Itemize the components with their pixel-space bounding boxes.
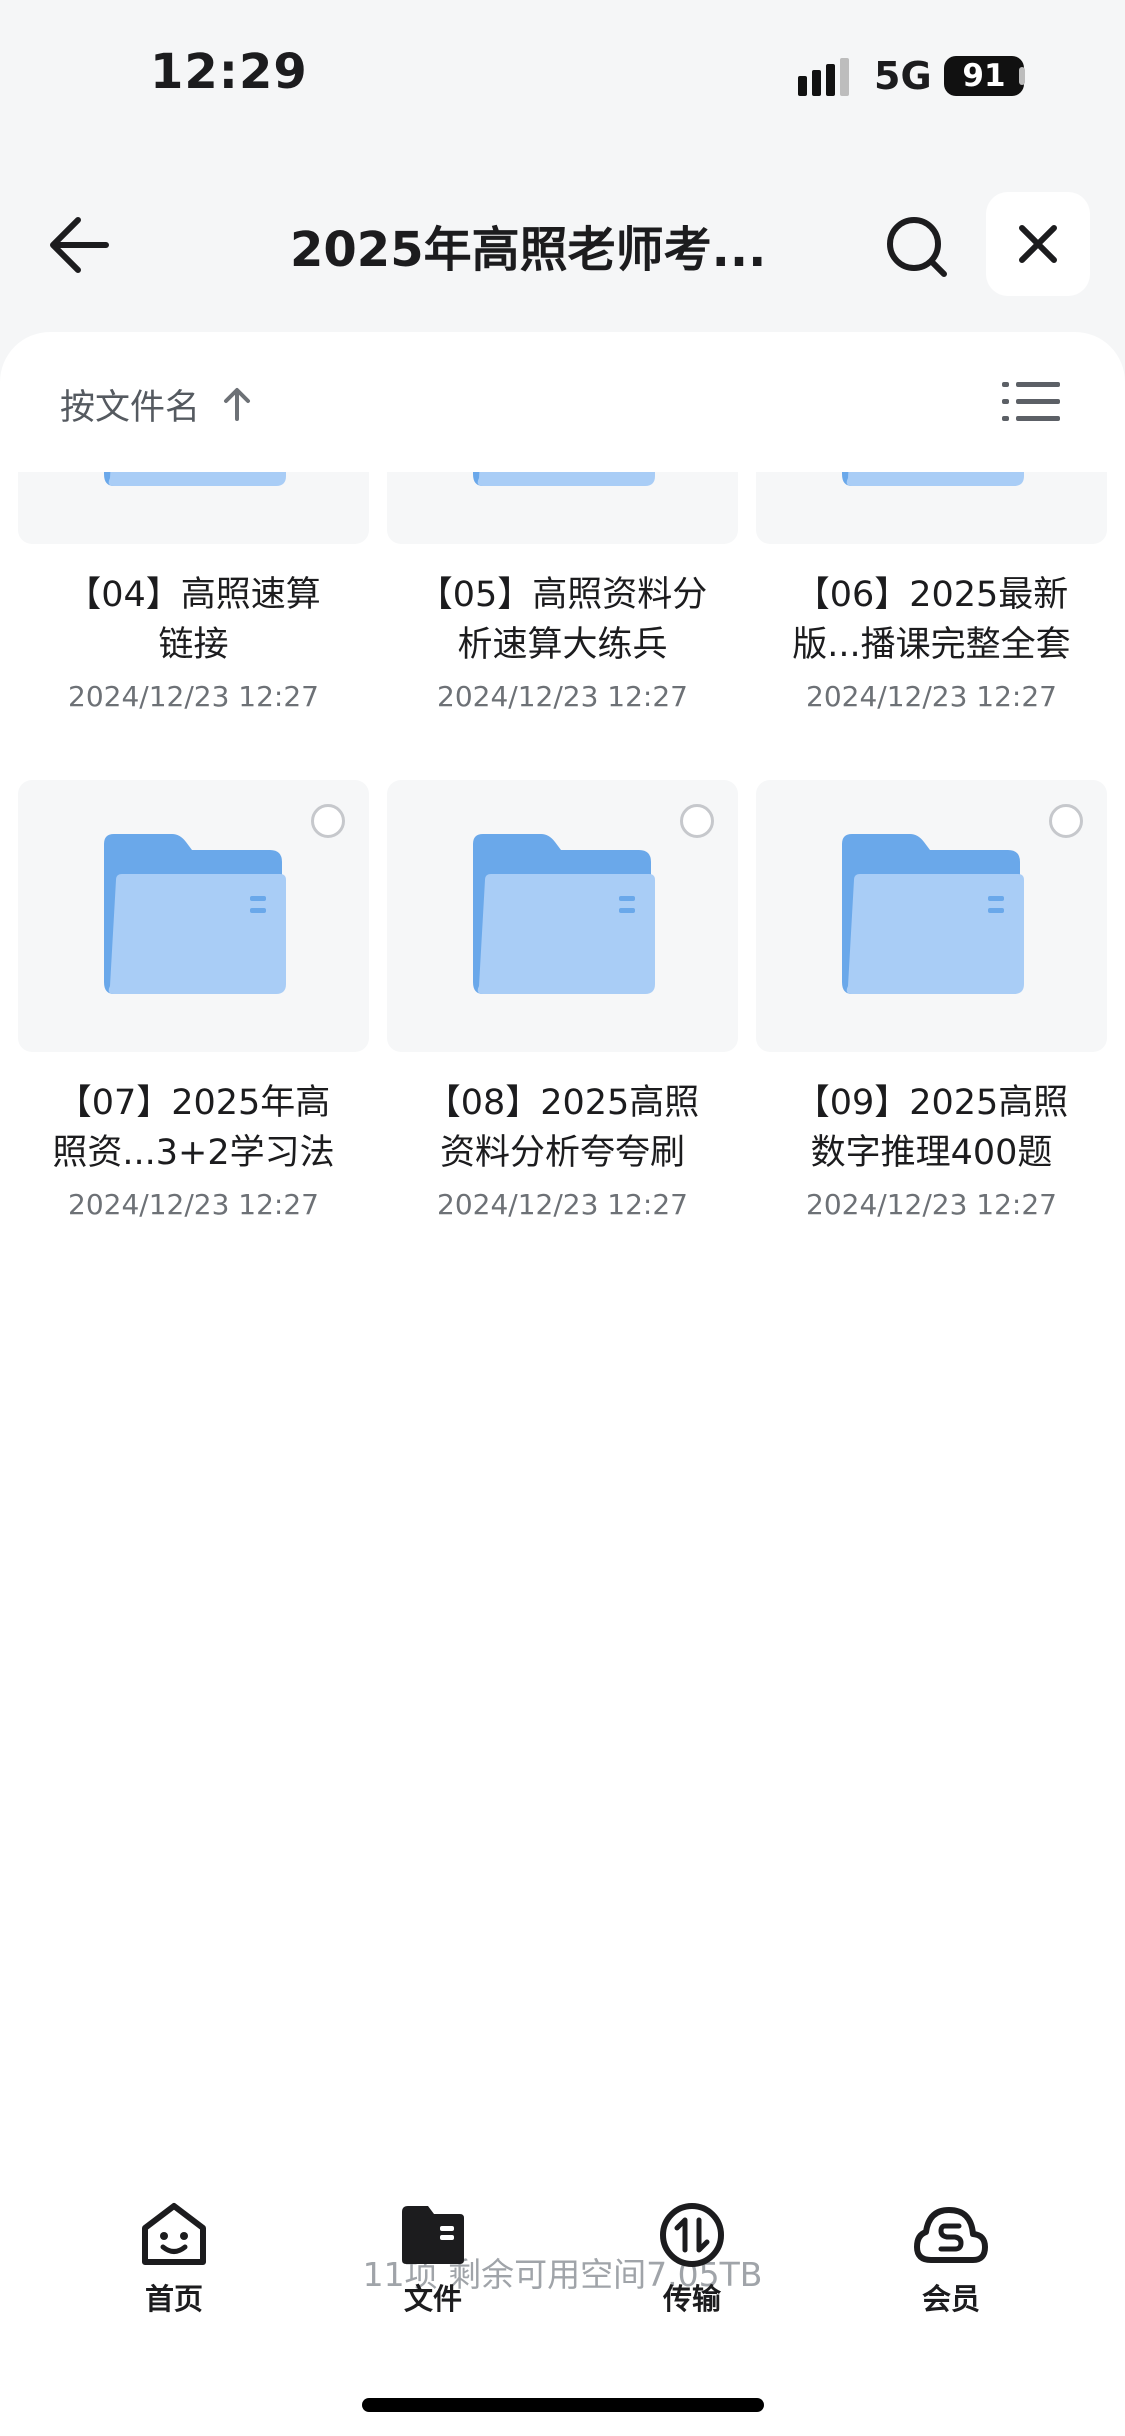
tab-bar: 首页 文件 传输 会员 xyxy=(0,2190,1125,2330)
folder-icon xyxy=(104,834,287,994)
file-panel: 按文件名 【04】高照速算 链接 2024/12/23 12:27 【05】高照资料分… xyxy=(0,332,1125,2436)
select-checkbox[interactable] xyxy=(1049,804,1083,838)
folder-thumbnail xyxy=(387,780,738,1052)
folder-icon xyxy=(473,834,655,994)
folder-date: 2024/12/23 12:27 xyxy=(68,1188,319,1221)
home-indicator xyxy=(362,2398,764,2412)
folder-icon xyxy=(842,472,1024,486)
folder-name-line2: 析速算大练兵 xyxy=(457,625,668,665)
tab-files[interactable]: 文件 xyxy=(358,2202,508,2322)
folder-name-line2: 资料分析夸夸刷 xyxy=(439,1133,685,1173)
folder-name-line2: 版...播课完整全套 xyxy=(792,625,1071,665)
folder-thumbnail xyxy=(18,472,369,544)
page-title: 2025年高照老师考... xyxy=(290,222,767,278)
status-time: 12:29 xyxy=(150,44,308,100)
folder-name: 【09】2025高照 数字推理400题 xyxy=(756,1078,1107,1178)
network-type: 5G xyxy=(874,54,932,98)
tab-transfer[interactable]: 传输 xyxy=(617,2202,767,2322)
battery-cap xyxy=(1019,67,1025,85)
close-button[interactable] xyxy=(986,192,1090,296)
sort-ascending-icon xyxy=(224,388,251,421)
tab-home[interactable]: 首页 xyxy=(99,2202,249,2322)
folder-name-line1: 【07】2025年高 xyxy=(56,1083,331,1123)
tab-files-label: 文件 xyxy=(403,2282,462,2316)
folder-icon xyxy=(104,472,286,486)
file-grid: 【04】高照速算 链接 2024/12/23 12:27 【05】高照资料分 析速算大练… xyxy=(0,472,1125,1272)
folder-name: 【06】2025最新 版...播课完整全套 xyxy=(756,570,1107,670)
search-icon xyxy=(887,217,947,277)
select-checkbox[interactable] xyxy=(680,804,714,838)
back-arrow-icon xyxy=(50,217,109,273)
sort-bar: 按文件名 xyxy=(0,332,1125,472)
folder-name-line1: 【06】2025最新 xyxy=(794,575,1069,615)
list-view-icon xyxy=(1002,382,1060,421)
search-button[interactable] xyxy=(880,210,952,282)
folder-name-line2: 数字推理400题 xyxy=(810,1133,1053,1173)
folder-date: 2024/12/23 12:27 xyxy=(806,1188,1057,1221)
list-view-button[interactable] xyxy=(1002,378,1060,426)
folder-thumbnail xyxy=(18,780,369,1052)
sort-button[interactable]: 按文件名 xyxy=(60,374,252,434)
folder-name: 【05】高照资料分 析速算大练兵 xyxy=(387,570,738,670)
tab-vip-label: 会员 xyxy=(921,2282,980,2316)
folder-icon xyxy=(842,834,1024,994)
folder-name-line2: 链接 xyxy=(158,625,229,665)
folder-thumbnail xyxy=(756,472,1107,544)
status-bar: 12:29 5G 91 xyxy=(0,0,1125,150)
folder-icon xyxy=(473,472,655,486)
battery-icon: 91 xyxy=(944,56,1024,96)
folder-name-line1: 【08】2025高照 xyxy=(425,1083,700,1123)
sort-label: 按文件名 xyxy=(60,387,201,428)
vip-cloud-icon xyxy=(914,2207,988,2263)
folder-name: 【08】2025高照 资料分析夸夸刷 xyxy=(387,1078,738,1178)
folder-icon xyxy=(402,2206,464,2264)
folder-name: 【07】2025年高 照资...3+2学习法 xyxy=(18,1078,369,1178)
folder-name: 【04】高照速算 链接 xyxy=(18,570,369,670)
tab-vip[interactable]: 会员 xyxy=(876,2202,1026,2322)
folder-date: 2024/12/23 12:27 xyxy=(806,680,1057,713)
back-button[interactable] xyxy=(44,212,116,278)
header: 2025年高照老师考... xyxy=(0,180,1125,310)
folder-name-line2: 照资...3+2学习法 xyxy=(52,1133,335,1173)
folder-date: 2024/12/23 12:27 xyxy=(68,680,319,713)
close-icon xyxy=(1019,225,1057,263)
tab-transfer-label: 传输 xyxy=(662,2282,721,2316)
folder-date: 2024/12/23 12:27 xyxy=(437,1188,688,1221)
folder-name-line1: 【05】高照资料分 xyxy=(417,575,708,615)
folder-thumbnail xyxy=(387,472,738,544)
tab-home-label: 首页 xyxy=(144,2282,203,2316)
home-face-icon xyxy=(142,2203,206,2265)
folder-name-line1: 【04】高照速算 xyxy=(66,575,321,615)
transfer-icon xyxy=(660,2203,724,2267)
signal-icon xyxy=(798,58,849,96)
select-checkbox[interactable] xyxy=(311,804,345,838)
folder-thumbnail xyxy=(756,780,1107,1052)
folder-date: 2024/12/23 12:27 xyxy=(437,680,688,713)
folder-name-line1: 【09】2025高照 xyxy=(794,1083,1069,1123)
